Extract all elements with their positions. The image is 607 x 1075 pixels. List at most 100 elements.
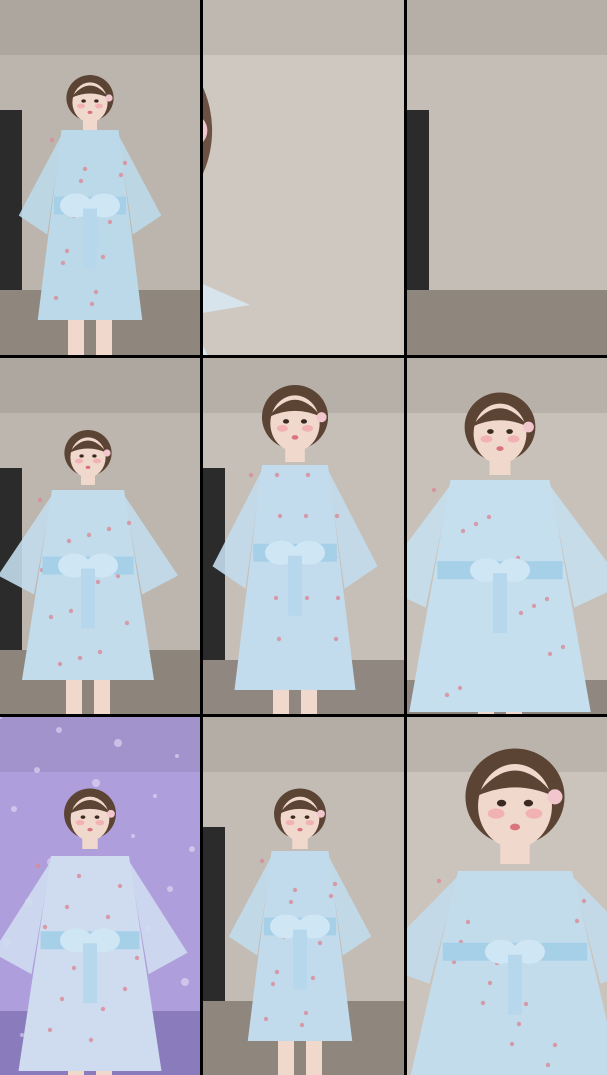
eye-left xyxy=(496,799,507,807)
eye-right xyxy=(304,815,310,819)
floral-print xyxy=(248,472,254,478)
blush-right xyxy=(507,435,520,443)
floral-print xyxy=(263,1016,269,1022)
floral-print xyxy=(57,661,63,667)
doorway xyxy=(407,110,429,290)
floral-print xyxy=(106,526,112,532)
floral-print xyxy=(126,520,132,526)
floral-print xyxy=(105,914,111,920)
bow-tail xyxy=(293,929,307,990)
floral-print xyxy=(305,472,311,478)
eye-right xyxy=(506,429,513,434)
floral-print xyxy=(37,497,43,503)
hair-flower xyxy=(523,421,534,433)
floral-print xyxy=(59,996,65,1002)
blush-left xyxy=(77,103,85,109)
floral-print xyxy=(335,595,341,601)
floral-print xyxy=(473,521,479,527)
blush-left xyxy=(75,458,83,464)
floral-print xyxy=(303,1010,309,1016)
floral-print xyxy=(71,965,77,971)
floral-print xyxy=(42,924,48,930)
lips xyxy=(509,823,521,831)
photo-tile-8 xyxy=(203,717,404,1075)
floral-print xyxy=(77,655,83,661)
floral-print xyxy=(49,137,55,143)
floral-print xyxy=(122,160,128,166)
photo-illustration xyxy=(0,717,200,1075)
floral-print xyxy=(581,898,587,904)
blush-left xyxy=(276,425,288,432)
eye-right xyxy=(92,454,97,458)
photo-tile-1 xyxy=(0,0,200,355)
floral-print xyxy=(35,863,41,869)
floral-print xyxy=(82,166,88,172)
floral-print xyxy=(547,651,553,657)
floral-print xyxy=(66,538,72,544)
hair-flower xyxy=(547,789,563,805)
floral-print xyxy=(118,172,124,178)
ceiling-shade xyxy=(203,717,404,772)
floral-print xyxy=(332,881,338,887)
lips xyxy=(85,465,91,469)
floral-print xyxy=(274,969,280,975)
floral-print xyxy=(124,620,130,626)
photo-tile-3 xyxy=(407,0,607,355)
photo-tile-7 xyxy=(0,717,200,1075)
floral-print xyxy=(545,1062,551,1068)
bow-tail xyxy=(83,208,97,269)
floral-print xyxy=(78,178,84,184)
lips xyxy=(87,827,93,832)
photo-collage-grid xyxy=(0,0,607,1075)
blush-left xyxy=(75,819,85,826)
floral-print xyxy=(334,513,340,519)
floral-print xyxy=(273,595,279,601)
bow-tail xyxy=(288,555,302,616)
blush-right xyxy=(93,458,101,464)
doorway xyxy=(203,827,225,1001)
photo-illustration xyxy=(407,358,607,714)
floral-print xyxy=(100,254,106,260)
eye-left xyxy=(79,454,84,458)
floral-print xyxy=(487,980,493,986)
photo-tile-6 xyxy=(407,358,607,714)
photo-tile-4 xyxy=(0,358,200,714)
floral-print xyxy=(53,295,59,301)
bow-tail xyxy=(83,943,97,1004)
floral-print xyxy=(444,692,450,698)
ceiling-shade xyxy=(407,0,607,55)
floral-print xyxy=(436,878,442,884)
floral-print xyxy=(276,636,282,642)
photo-illustration xyxy=(203,717,404,1075)
floral-print xyxy=(86,532,92,538)
hair-flower xyxy=(316,412,327,423)
eye-left xyxy=(81,99,86,103)
bow-tail xyxy=(493,573,507,634)
floral-print xyxy=(93,289,99,295)
floral-print xyxy=(68,608,74,614)
bow-tail xyxy=(508,954,522,1015)
floral-print xyxy=(95,579,101,585)
lips xyxy=(291,435,299,440)
photo-illustration xyxy=(203,0,404,355)
floral-print xyxy=(523,1001,529,1007)
floral-print xyxy=(47,1027,53,1033)
ceiling-shade xyxy=(0,358,200,413)
hair-flower xyxy=(103,449,111,457)
blush-right xyxy=(95,819,105,826)
floor xyxy=(407,290,607,355)
floral-print xyxy=(310,975,316,981)
floral-print xyxy=(303,513,309,519)
floral-print xyxy=(304,595,310,601)
blush-right xyxy=(525,808,543,819)
floral-print xyxy=(88,1037,94,1043)
floral-print xyxy=(274,472,280,478)
photo-illustration xyxy=(0,0,200,355)
hair-flower xyxy=(316,809,325,818)
floral-print xyxy=(486,514,492,520)
floral-print xyxy=(97,649,103,655)
floral-print xyxy=(544,596,550,602)
hair-flower xyxy=(105,94,113,102)
floral-print xyxy=(270,981,276,987)
floral-print xyxy=(89,301,95,307)
